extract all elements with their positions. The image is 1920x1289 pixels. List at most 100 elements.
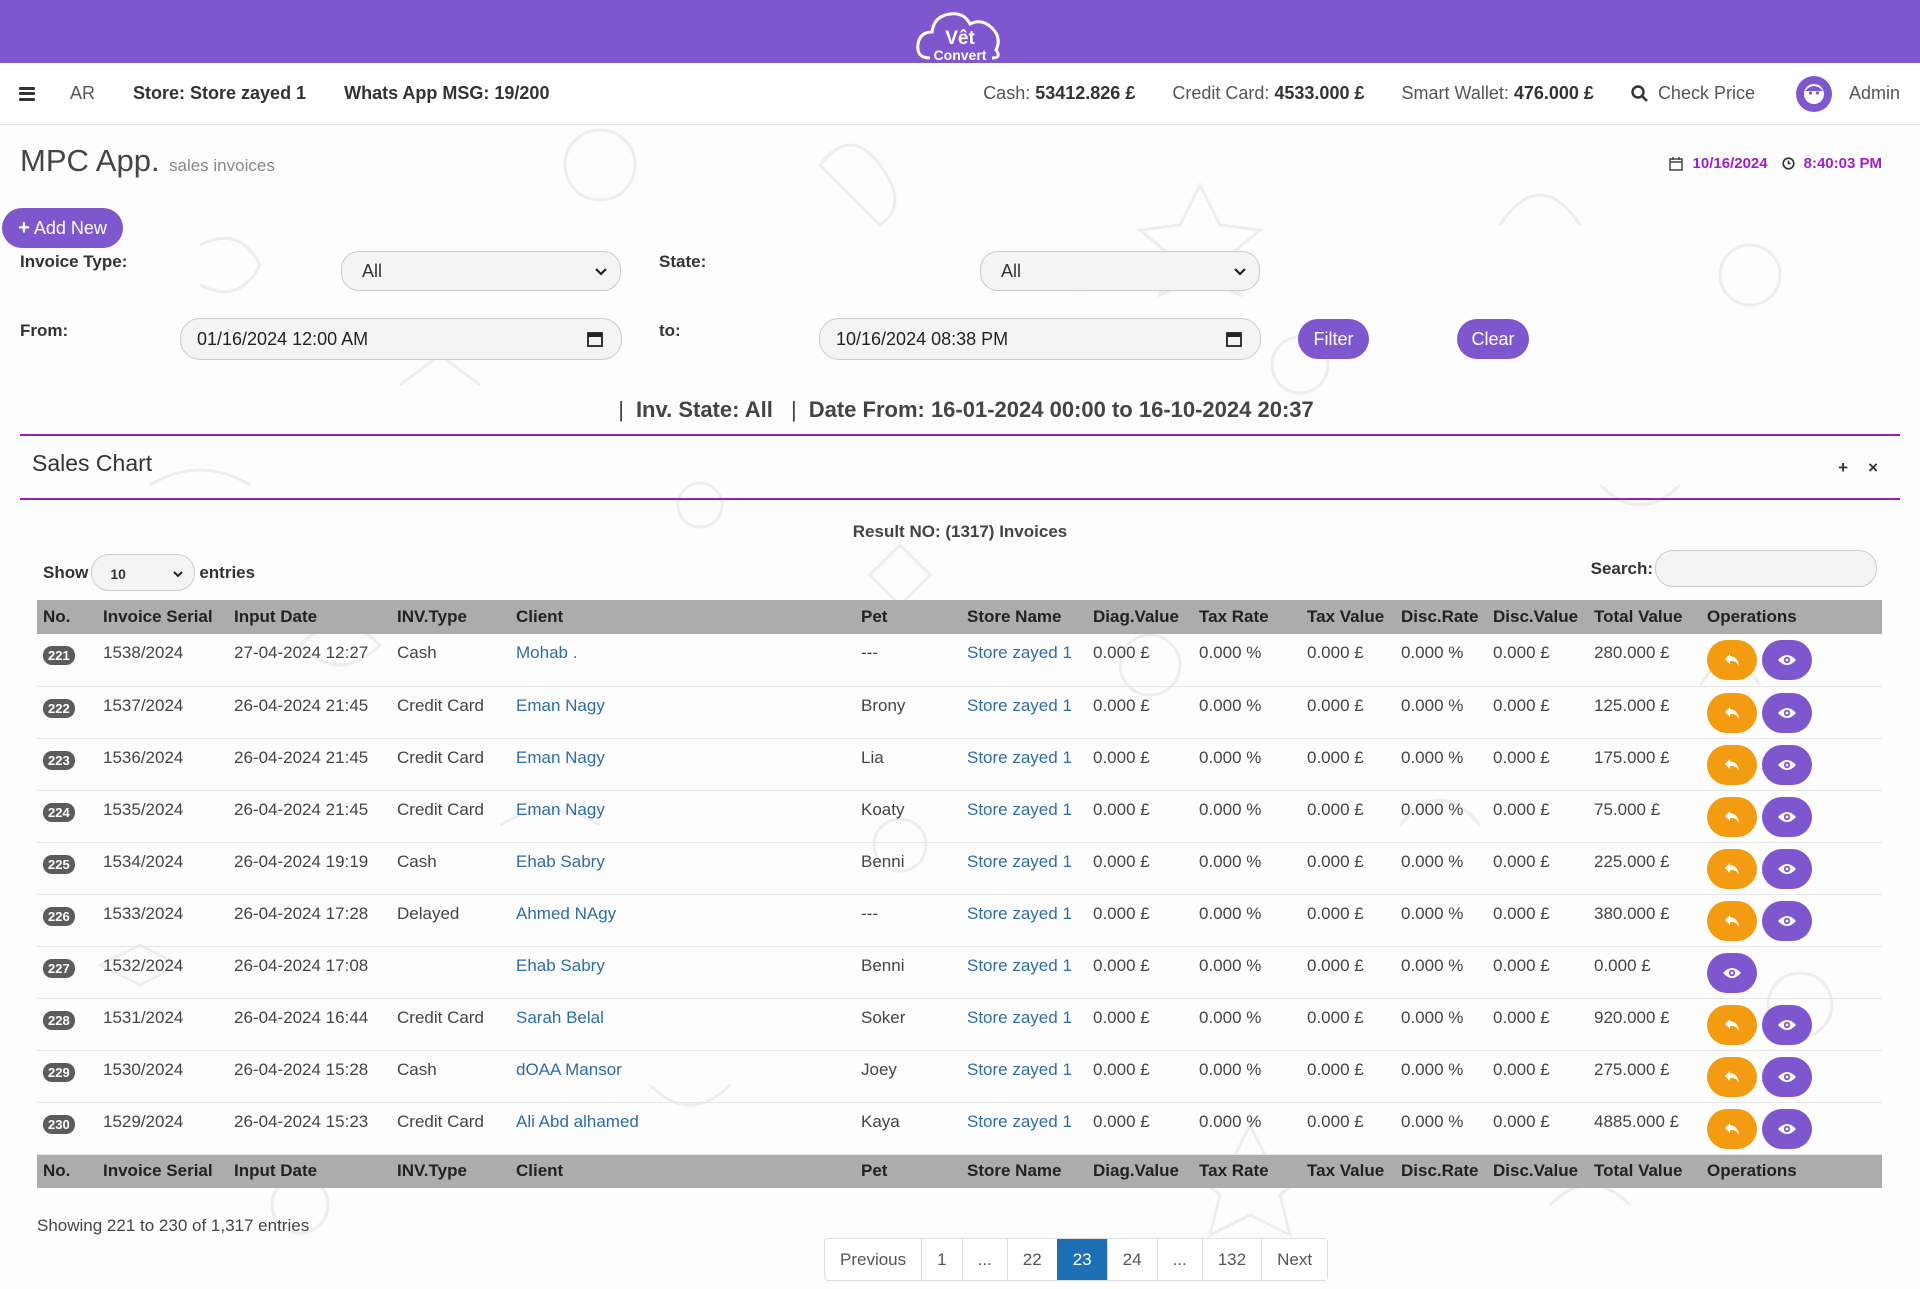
client-link[interactable]: Eman Nagy <box>516 748 605 767</box>
column-header[interactable]: No. <box>37 600 97 634</box>
client-link[interactable]: Sarah Belal <box>516 1008 604 1027</box>
page-length-select[interactable]: 10 <box>91 554 196 591</box>
column-header[interactable]: Tax Rate <box>1193 600 1301 634</box>
store-link[interactable]: Store zayed 1 <box>967 956 1072 975</box>
column-header[interactable]: Invoice Serial <box>97 600 228 634</box>
column-header[interactable]: Operations <box>1701 600 1882 634</box>
return-invoice-button[interactable] <box>1707 1108 1757 1149</box>
page-button[interactable]: 22 <box>1006 1239 1057 1280</box>
column-header[interactable]: Diag.Value <box>1087 1154 1193 1188</box>
view-invoice-button[interactable] <box>1762 1056 1812 1097</box>
store-link[interactable]: Store zayed 1 <box>967 800 1072 819</box>
user-name[interactable]: Admin <box>1849 83 1900 104</box>
state-select[interactable]: All <box>980 251 1260 291</box>
column-header[interactable]: Client <box>510 600 855 634</box>
input-date: 26-04-2024 15:28 <box>228 1050 391 1103</box>
store-link[interactable]: Store zayed 1 <box>967 852 1072 871</box>
column-header[interactable]: Tax Value <box>1301 600 1395 634</box>
client-link[interactable]: Mohab . <box>516 643 577 662</box>
column-header[interactable]: Disc.Rate <box>1395 600 1487 634</box>
column-header[interactable]: Pet <box>855 1154 961 1188</box>
column-header[interactable]: No. <box>37 1154 97 1188</box>
calendar-icon[interactable] <box>1226 331 1242 347</box>
view-invoice-button[interactable] <box>1762 848 1812 889</box>
page-button[interactable]: 24 <box>1106 1239 1157 1280</box>
to-date-input[interactable]: 10/16/2024 08:38 PM <box>819 318 1261 360</box>
disc-rate: 0.000 % <box>1395 842 1487 895</box>
column-header[interactable]: Pet <box>855 600 961 634</box>
view-invoice-button[interactable] <box>1762 900 1812 941</box>
view-invoice-button[interactable] <box>1762 796 1812 837</box>
column-header[interactable]: INV.Type <box>391 600 510 634</box>
view-invoice-button[interactable] <box>1762 692 1812 733</box>
user-avatar-icon[interactable] <box>1795 75 1832 112</box>
store-link[interactable]: Store zayed 1 <box>967 1008 1072 1027</box>
search-input[interactable] <box>1655 550 1877 587</box>
client-link[interactable]: Ehab Sabry <box>516 956 605 975</box>
client-link[interactable]: Eman Nagy <box>516 800 605 819</box>
client-link[interactable]: Ahmed NAgy <box>516 904 616 923</box>
column-header[interactable]: Operations <box>1701 1154 1882 1188</box>
store-link[interactable]: Store zayed 1 <box>967 748 1072 767</box>
next-page-button[interactable]: Next <box>1261 1239 1328 1280</box>
column-header[interactable]: Total Value <box>1588 1154 1701 1188</box>
view-invoice-button[interactable] <box>1762 1004 1812 1045</box>
column-header[interactable]: Tax Rate <box>1193 1154 1301 1188</box>
page-button[interactable]: 132 <box>1201 1239 1262 1280</box>
filter-button[interactable]: Filter <box>1298 319 1369 359</box>
client-link[interactable]: dOAA Mansor <box>516 1060 622 1079</box>
return-invoice-button[interactable] <box>1707 744 1757 785</box>
menu-icon[interactable] <box>19 86 35 101</box>
column-header[interactable]: Disc.Value <box>1487 600 1588 634</box>
column-header[interactable]: Disc.Rate <box>1395 1154 1487 1188</box>
check-price-link[interactable]: Check Price <box>1631 83 1755 104</box>
view-invoice-button[interactable] <box>1707 952 1757 993</box>
calendar-icon[interactable] <box>587 331 603 347</box>
table-row: 224 1535/2024 26-04-2024 21:45 Credit Card E… <box>37 790 1882 843</box>
return-invoice-button[interactable] <box>1707 640 1757 680</box>
add-new-button[interactable]: + Add New <box>2 208 123 248</box>
expand-icon[interactable]: + <box>1838 458 1848 478</box>
column-header[interactable]: Invoice Serial <box>97 1154 228 1188</box>
language-switch[interactable]: AR <box>70 83 95 104</box>
column-header[interactable]: Store Name <box>961 600 1087 634</box>
close-icon[interactable]: × <box>1868 458 1878 478</box>
client-link[interactable]: Ali Abd alhamed <box>516 1112 639 1131</box>
clear-button[interactable]: Clear <box>1457 319 1529 359</box>
previous-page-button[interactable]: Previous <box>825 1239 922 1280</box>
show-label: Show <box>43 562 89 582</box>
brand-logo[interactable]: Vêt Convert <box>914 4 1006 62</box>
view-invoice-button[interactable] <box>1762 1108 1812 1149</box>
return-invoice-button[interactable] <box>1707 796 1757 837</box>
view-invoice-button[interactable] <box>1762 640 1812 680</box>
from-date-input[interactable]: 01/16/2024 12:00 AM <box>180 318 622 360</box>
store-link[interactable]: Store zayed 1 <box>967 904 1072 923</box>
page-button[interactable]: 1 <box>921 1239 962 1280</box>
return-invoice-button[interactable] <box>1707 848 1757 889</box>
store-link[interactable]: Store zayed 1 <box>967 643 1072 662</box>
total-value: 75.000 £ <box>1588 790 1701 843</box>
page-button[interactable]: 23 <box>1056 1239 1107 1280</box>
column-header[interactable]: Store Name <box>961 1154 1087 1188</box>
column-header[interactable]: INV.Type <box>391 1154 510 1188</box>
return-invoice-button[interactable] <box>1707 900 1757 941</box>
return-invoice-button[interactable] <box>1707 692 1757 733</box>
column-header[interactable]: Client <box>510 1154 855 1188</box>
store-link[interactable]: Store zayed 1 <box>967 1060 1072 1079</box>
invoice-type-select[interactable]: All <box>341 251 621 291</box>
column-header[interactable]: Tax Value <box>1301 1154 1395 1188</box>
return-invoice-button[interactable] <box>1707 1004 1757 1045</box>
client-link[interactable]: Ehab Sabry <box>516 852 605 871</box>
invoice-serial: 1531/2024 <box>97 998 228 1051</box>
column-header[interactable]: Diag.Value <box>1087 600 1193 634</box>
store-link[interactable]: Store zayed 1 <box>967 1112 1072 1131</box>
column-header[interactable]: Input Date <box>228 1154 391 1188</box>
store-link-cell: Store zayed 1 <box>961 1050 1087 1103</box>
column-header[interactable]: Total Value <box>1588 600 1701 634</box>
return-invoice-button[interactable] <box>1707 1056 1757 1097</box>
client-link[interactable]: Eman Nagy <box>516 696 605 715</box>
column-header[interactable]: Disc.Value <box>1487 1154 1588 1188</box>
store-link[interactable]: Store zayed 1 <box>967 696 1072 715</box>
view-invoice-button[interactable] <box>1762 744 1812 785</box>
column-header[interactable]: Input Date <box>228 600 391 634</box>
